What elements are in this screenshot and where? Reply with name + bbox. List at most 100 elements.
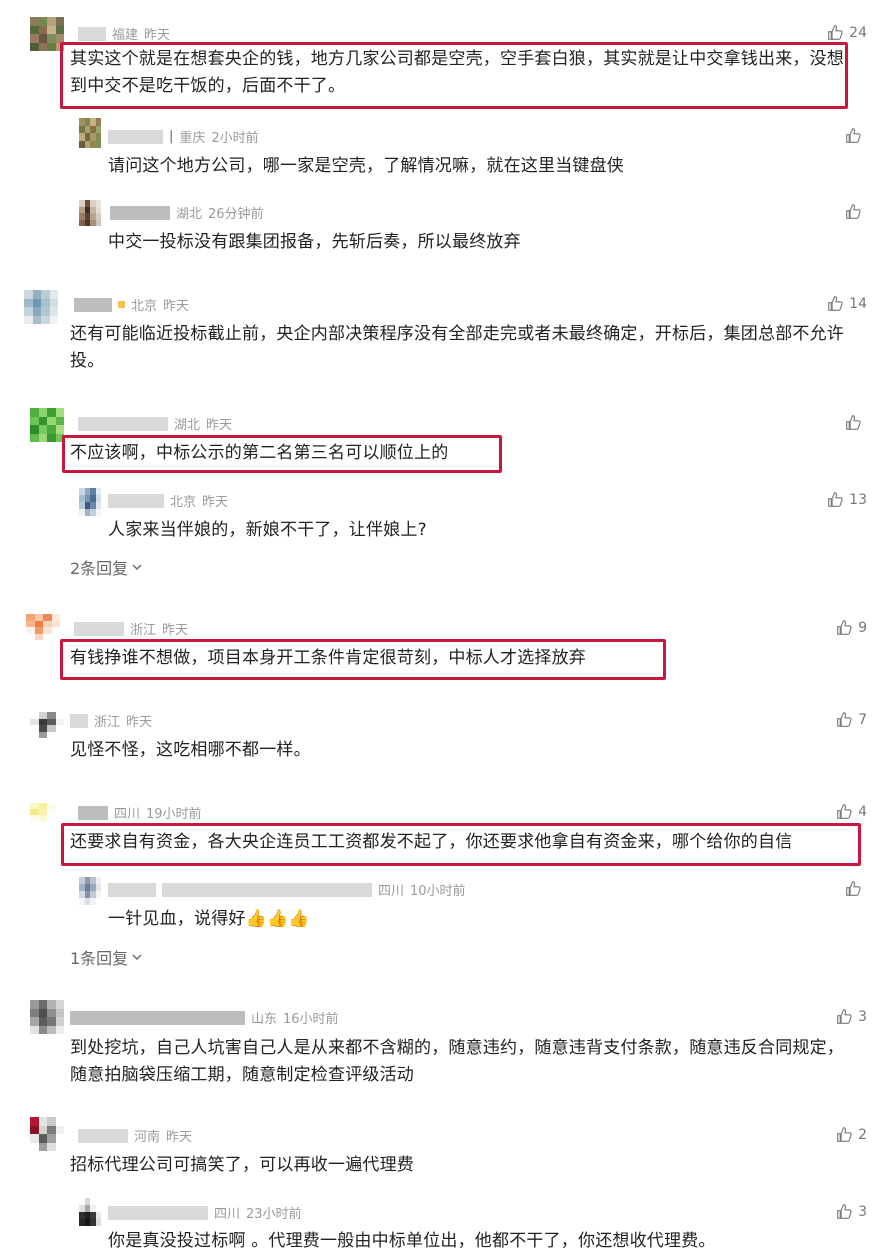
username[interactable] [78,416,168,431]
reply-time: 2小时前 [211,131,259,146]
comment-time: 昨天 [144,28,171,43]
comment-location: 山东 [251,1012,278,1027]
comment-text: 还有可能临近投标截止前，央企内部决策程序没有全部走完或者未最终确定，开标后，集团… [70,324,844,371]
avatar[interactable] [79,118,101,148]
comment-time: 19小时前 [146,807,202,822]
reply-meta: 湖北 26分钟前 [110,203,264,222]
avatar[interactable] [30,17,64,51]
thumbs-up-icon [837,712,852,727]
more-replies-button[interactable]: 2条回复 [70,555,143,579]
chevron-down-icon [132,564,142,570]
username[interactable] [78,1128,128,1143]
reply-text: 你是真没投过标啊 。代理费一般由中标单位出，他都不干了，你还想收代理费。 [108,1231,716,1251]
chevron-down-icon [132,954,142,960]
like-button[interactable] [845,203,867,220]
username[interactable] [78,805,108,820]
like-count: 9 [858,619,867,636]
comment-time: 昨天 [166,1130,193,1145]
comment-location: 河南 [134,1130,161,1145]
reply-meta: 四川 23小时前 [108,1203,302,1222]
comment-text: 到处挖坑，自己人坑害自己人是从来都不含糊的，随意违约，随意违背支付条款，随意违反… [70,1038,844,1085]
avatar[interactable] [79,200,101,226]
avatar[interactable] [30,408,64,442]
comment-location: 浙江 [130,623,157,638]
more-replies-label: 2条回复 [70,559,129,578]
highlight-box [60,639,666,680]
like-button[interactable]: 2 [836,1126,867,1143]
like-count: 14 [849,295,867,312]
thumbs-up-emoji-icon: 👍👍👍 [245,909,310,929]
comment-location: 福建 [112,28,139,43]
username[interactable] [108,1205,208,1220]
avatar[interactable] [30,1117,64,1151]
reply-time: 23小时前 [246,1207,302,1222]
username[interactable] [70,713,88,728]
like-button[interactable] [845,414,867,431]
thumbs-up-icon [846,204,861,219]
username[interactable] [74,621,124,636]
comment-location: 浙江 [94,715,121,730]
comment-time: 16小时前 [283,1012,339,1027]
reply-location: 重庆 [179,131,206,146]
like-count: 4 [858,803,867,820]
comment-text: 见怪不怪，这吃相哪不都一样。 [70,740,311,760]
comment-time: 昨天 [126,715,153,730]
avatar[interactable] [30,803,64,827]
like-count: 24 [849,24,867,41]
avatar[interactable] [79,877,101,905]
comment-text: 招标代理公司可搞笑了，可以再收一遍代理费 [70,1155,414,1175]
avatar[interactable] [26,614,60,640]
avatar[interactable] [79,1198,101,1226]
username[interactable] [74,297,112,312]
comment-meta: 河南 昨天 [78,1126,192,1145]
reply-text: 人家来当伴娘的，新娘不干了，让伴娘上? [108,520,427,540]
like-count: 2 [858,1126,867,1143]
thumbs-up-icon [828,296,843,311]
like-button[interactable]: 9 [836,619,867,636]
like-count: 3 [858,1008,867,1025]
like-button[interactable] [845,127,867,144]
like-button[interactable]: 3 [836,1203,867,1220]
avatar[interactable] [30,712,64,738]
reply-meta: | 重庆 2小时前 [108,127,259,146]
reply-location: 北京 [170,495,197,510]
username[interactable] [108,882,156,897]
username-extra [162,882,372,897]
comment-meta: 浙江 昨天 [74,619,188,638]
like-button[interactable]: 14 [827,295,867,312]
reply-location: 四川 [214,1207,241,1222]
avatar[interactable] [79,488,101,516]
thumbs-up-icon [837,1009,852,1024]
comment-meta: 山东 16小时前 [70,1008,339,1027]
comment-meta: 北京 昨天 [74,295,189,314]
like-button[interactable]: 3 [836,1008,867,1025]
comment-location: 北京 [131,299,158,314]
like-button[interactable] [845,880,867,897]
avatar[interactable] [30,1000,64,1034]
reply-meta: 北京 昨天 [108,491,228,510]
username[interactable] [110,205,170,220]
thumbs-up-icon [837,1127,852,1142]
thumbs-up-icon [837,1204,852,1219]
like-count: 7 [858,711,867,728]
comment-time: 昨天 [206,418,233,433]
username[interactable] [108,129,163,144]
like-button[interactable]: 13 [827,491,867,508]
username[interactable] [78,26,106,41]
like-count: 3 [858,1203,867,1220]
username[interactable] [70,1010,245,1025]
like-button[interactable]: 7 [836,711,867,728]
more-replies-button[interactable]: 1条回复 [70,945,143,969]
highlight-box [60,42,848,109]
thumbs-up-icon [828,25,843,40]
highlight-box [62,435,502,473]
like-button[interactable]: 4 [836,803,867,820]
highlight-box [61,823,861,866]
thumbs-up-icon [828,492,843,507]
thumbs-up-icon [846,881,861,896]
comment-meta: 浙江 昨天 [70,711,152,730]
avatar[interactable] [24,290,58,324]
comment-location: 湖北 [174,418,201,433]
username[interactable] [108,493,164,508]
like-button[interactable]: 24 [827,24,867,41]
